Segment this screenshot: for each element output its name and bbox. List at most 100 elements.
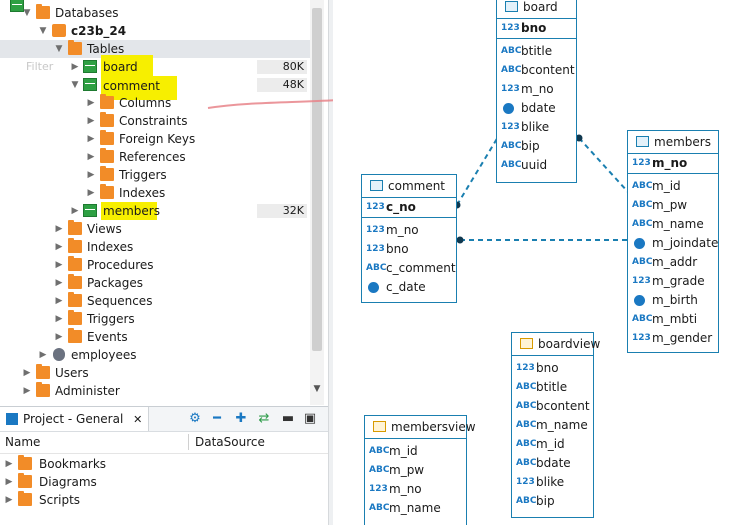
- column-row[interactable]: ABC bip: [512, 492, 593, 511]
- column-row[interactable]: ABC bdate: [512, 454, 593, 473]
- column-row[interactable]: ABC m_name: [628, 215, 718, 234]
- column-row[interactable]: ABC m_name: [365, 499, 466, 518]
- column-row[interactable]: 123 blike: [497, 118, 576, 137]
- column-header-datasource[interactable]: DataSource: [195, 431, 265, 453]
- column-row[interactable]: ABC m_id: [512, 435, 593, 454]
- column-row[interactable]: ABC btitle: [512, 378, 593, 397]
- chevron-right-icon[interactable]: ▶: [86, 148, 96, 166]
- chevron-right-icon[interactable]: ▶: [86, 94, 96, 112]
- entity-members[interactable]: members 123 m_no ABC m_id ABC m_pw ABC m_nam…: [627, 130, 719, 353]
- link-icon[interactable]: ⇄: [256, 411, 272, 427]
- column-name: m_mbti: [652, 312, 698, 326]
- tree-row-tables[interactable]: ▼ Tables: [0, 40, 310, 58]
- column-row[interactable]: ABC bip: [497, 137, 576, 156]
- entity-header[interactable]: members: [628, 131, 718, 154]
- chevron-right-icon[interactable]: ▶: [22, 382, 32, 400]
- chevron-right-icon[interactable]: ▶: [54, 274, 64, 292]
- tree-row-table-board[interactable]: Filter ▶ board 80K: [0, 55, 328, 81]
- chevron-down-icon[interactable]: ▼: [54, 40, 64, 58]
- entity-board[interactable]: board 123 bno ABC btitle ABC bcontent 123 m_…: [496, 0, 577, 183]
- column-row[interactable]: 123 m_no: [628, 154, 718, 173]
- column-name: bcontent: [521, 63, 575, 77]
- entity-comment[interactable]: comment 123 c_no 123 m_no 123 bno ABC c_comm…: [361, 174, 457, 303]
- column-row[interactable]: c_date: [362, 278, 456, 297]
- column-row[interactable]: m_joindate: [628, 234, 718, 253]
- entity-header[interactable]: board: [497, 0, 576, 19]
- add-icon[interactable]: ✚: [233, 411, 249, 427]
- text-type-icon: ABC: [516, 439, 537, 449]
- column-row[interactable]: 123 c_no: [362, 198, 456, 217]
- column-row[interactable]: ABC m_name: [512, 416, 593, 435]
- chevron-right-icon[interactable]: ▶: [22, 364, 32, 382]
- column-row[interactable]: ABC m_pw: [365, 461, 466, 480]
- chevron-right-icon[interactable]: ▶: [86, 166, 96, 184]
- database-navigator: ▼ Databases ▼ c23b_24 ▼ Tables Filter ▶ …: [0, 0, 328, 525]
- column-row[interactable]: ABC btitle: [497, 42, 576, 61]
- chevron-right-icon[interactable]: ▶: [70, 58, 80, 76]
- chevron-right-icon[interactable]: ▶: [86, 184, 96, 202]
- column-row[interactable]: 123 m_gender: [628, 329, 718, 348]
- chevron-right-icon[interactable]: ▶: [4, 473, 14, 491]
- close-icon[interactable]: ✕: [133, 413, 142, 426]
- chevron-right-icon[interactable]: ▶: [86, 130, 96, 148]
- column-row[interactable]: m_birth: [628, 291, 718, 310]
- entity-header[interactable]: membersview: [365, 416, 476, 439]
- chevron-right-icon[interactable]: ▶: [4, 455, 14, 473]
- scripts-folder-icon: [18, 491, 32, 506]
- folder-icon: [100, 130, 114, 145]
- column-row[interactable]: 123 bno: [497, 19, 576, 38]
- column-row[interactable]: ABC c_comment: [362, 259, 456, 278]
- entity-header[interactable]: boardview: [512, 333, 600, 356]
- column-row[interactable]: 123 m_no: [362, 221, 456, 240]
- chevron-right-icon[interactable]: ▶: [70, 202, 80, 220]
- column-row[interactable]: ABC bcontent: [497, 61, 576, 80]
- chevron-right-icon[interactable]: ▶: [54, 238, 64, 256]
- column-row[interactable]: 123 m_no: [497, 80, 576, 99]
- tree-label: Constraints: [119, 114, 188, 128]
- column-row[interactable]: ABC m_id: [365, 442, 466, 461]
- column-divider[interactable]: [188, 434, 189, 450]
- text-type-icon: ABC: [369, 465, 390, 475]
- column-row[interactable]: 123 bno: [512, 359, 593, 378]
- chevron-right-icon[interactable]: ▶: [38, 346, 48, 364]
- minimize-icon[interactable]: ▬: [280, 411, 296, 427]
- column-row[interactable]: ABC bcontent: [512, 397, 593, 416]
- chevron-right-icon[interactable]: ▶: [54, 310, 64, 328]
- scrollbar-thumb[interactable]: [312, 8, 322, 351]
- collapse-icon[interactable]: ━: [209, 411, 225, 427]
- tree-row-table-members[interactable]: ▶ members 32K: [0, 202, 328, 220]
- column-row[interactable]: ABC m_pw: [628, 196, 718, 215]
- column-row[interactable]: 123 m_grade: [628, 272, 718, 291]
- column-row[interactable]: ABC m_addr: [628, 253, 718, 272]
- column-name: m_gender: [652, 331, 713, 345]
- column-row[interactable]: 123 bno: [362, 240, 456, 259]
- chevron-right-icon[interactable]: ▶: [54, 292, 64, 310]
- entity-title: boardview: [538, 337, 601, 351]
- chevron-right-icon[interactable]: ▶: [86, 112, 96, 130]
- column-row[interactable]: ABC uuid: [497, 156, 576, 175]
- scroll-down-arrow-icon[interactable]: ▼: [312, 384, 322, 394]
- column-row[interactable]: ABC m_mbti: [628, 310, 718, 329]
- chevron-right-icon[interactable]: ▶: [54, 220, 64, 238]
- column-header-name[interactable]: Name: [5, 431, 40, 453]
- column-row[interactable]: 123 m_no: [365, 480, 466, 499]
- entity-membersview[interactable]: membersview ABC m_id ABC m_pw 123 m_no ABC m…: [364, 415, 476, 525]
- er-diagram-canvas[interactable]: board 123 bno ABC btitle ABC bcontent 123 m_…: [333, 0, 751, 525]
- entity-boardview[interactable]: boardview 123 bno ABC btitle ABC bcontent A…: [511, 332, 600, 518]
- maximize-icon[interactable]: ▣: [302, 411, 318, 427]
- chevron-right-icon[interactable]: ▶: [4, 491, 14, 509]
- chevron-right-icon[interactable]: ▶: [54, 328, 64, 346]
- entity-header[interactable]: comment: [362, 175, 456, 198]
- chevron-right-icon[interactable]: ▶: [54, 256, 64, 274]
- column-row[interactable]: bdate: [497, 99, 576, 118]
- tree-label: Triggers: [87, 312, 135, 326]
- chevron-down-icon[interactable]: ▼: [70, 76, 80, 94]
- gear-icon[interactable]: ⚙: [187, 411, 203, 427]
- tab-project-general[interactable]: Project - General ✕: [0, 407, 150, 431]
- column-row[interactable]: ABC m_id: [628, 177, 718, 196]
- chevron-down-icon[interactable]: ▼: [22, 4, 32, 22]
- chevron-down-icon[interactable]: ▼: [38, 22, 48, 40]
- tree-row-table-comment[interactable]: ▼ comment 48K: [0, 76, 328, 100]
- column-row[interactable]: 123 blike: [512, 473, 593, 492]
- table-icon: [83, 60, 97, 73]
